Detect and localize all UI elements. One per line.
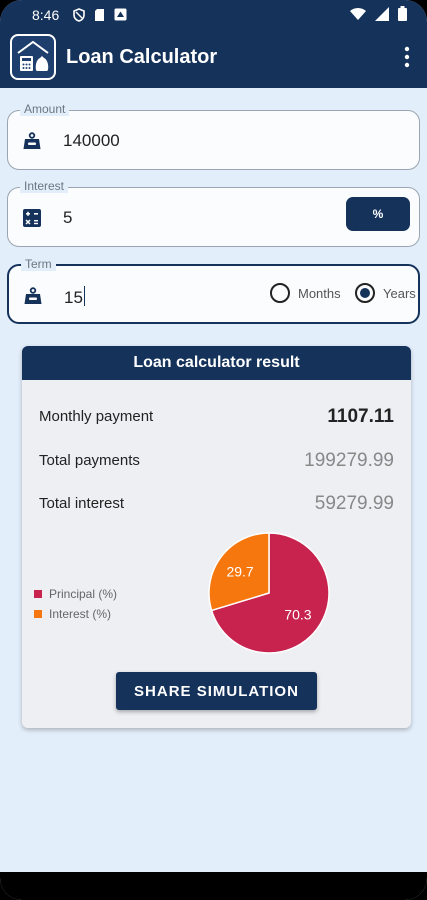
radio-years-circle[interactable] (355, 283, 375, 303)
system-nav-bar (0, 872, 427, 900)
legend-item-principal: Principal (%) (34, 584, 117, 604)
legend-item-interest: Interest (%) (34, 604, 117, 624)
term-label: Term (21, 257, 56, 271)
percent-button[interactable]: % (346, 197, 410, 231)
overflow-menu-icon[interactable] (403, 46, 411, 68)
top-app-bar: 8:46 Loan Calculator (0, 0, 427, 88)
term-field[interactable]: Term 15 Months Years (7, 257, 420, 324)
monthly-payment-label: Monthly payment (39, 408, 154, 425)
legend-label-interest: Interest (%) (49, 607, 112, 621)
status-time: 8:46 (32, 7, 60, 23)
pie-label-interest: 29.7 (226, 564, 253, 580)
status-bar: 8:46 (0, 0, 427, 30)
phone-screen: 8:46 Loan Calculator Amount 140000 Inter… (0, 0, 427, 900)
amount-input[interactable]: 140000 (63, 131, 120, 151)
total-interest-label: Total interest (39, 495, 125, 512)
battery-icon (398, 6, 407, 21)
weight-icon (24, 287, 42, 304)
interest-label: Interest (20, 179, 69, 193)
chart-legend: Principal (%) Interest (%) (34, 584, 117, 624)
interest-input[interactable]: 5 (63, 208, 72, 228)
legend-swatch-principal (34, 590, 42, 598)
text-cursor (83, 286, 86, 306)
pie-label-principal: 70.3 (284, 606, 311, 622)
sd-card-icon (95, 9, 104, 21)
amount-label: Amount (20, 102, 70, 116)
term-input[interactable]: 15 (64, 286, 86, 308)
radio-years-label: Years (383, 285, 416, 301)
share-simulation-button[interactable]: SHARE SIMULATION (116, 672, 317, 710)
calculator-icon (23, 209, 41, 227)
shield-icon (73, 8, 85, 22)
result-card: Loan calculator result Monthly payment 1… (22, 346, 411, 728)
app-title: Loan Calculator (66, 46, 218, 68)
app-notification-icon (114, 8, 127, 21)
monthly-payment-value: 1107.11 (327, 406, 394, 427)
radio-years[interactable]: Years (355, 283, 416, 303)
radio-months[interactable]: Months (270, 283, 341, 303)
notification-icons (73, 8, 127, 22)
legend-swatch-interest (34, 610, 42, 618)
radio-months-circle[interactable] (270, 283, 290, 303)
amount-field[interactable]: Amount 140000 (7, 102, 420, 170)
result-card-title: Loan calculator result (22, 346, 411, 380)
total-interest-value: 59279.99 (314, 493, 394, 514)
legend-label-principal: Principal (%) (49, 587, 118, 601)
term-value: 15 (64, 288, 83, 307)
total-payments-label: Total payments (39, 452, 140, 469)
total-payments-value: 199279.99 (304, 450, 394, 471)
app-logo-icon (10, 34, 56, 80)
wifi-icon (350, 7, 366, 20)
radio-months-label: Months (298, 285, 341, 301)
interest-field[interactable]: Interest 5 % (7, 179, 420, 247)
system-icons (350, 6, 407, 21)
weight-icon (23, 132, 41, 149)
cell-signal-icon (375, 6, 389, 21)
pie-chart: 70.3 29.7 (208, 532, 330, 654)
